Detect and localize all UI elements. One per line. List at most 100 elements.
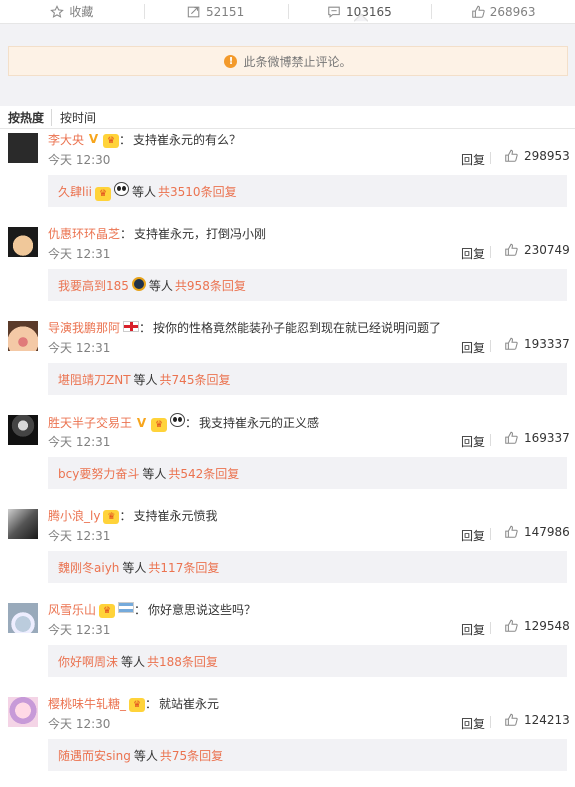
sort-by-hot-tab[interactable]: 按热度 bbox=[8, 108, 53, 126]
comment-text: 就站崔永元 bbox=[159, 697, 220, 711]
sub-reply-username[interactable]: 随遇而安sing bbox=[58, 747, 131, 764]
avatar[interactable] bbox=[8, 603, 38, 633]
sort-bar: 按热度 按时间 bbox=[0, 106, 575, 128]
favorite-label: 收藏 bbox=[69, 5, 94, 19]
sub-reply-username[interactable]: 久肆lii bbox=[58, 183, 92, 200]
sub-reply-count[interactable]: 共117条回复 bbox=[148, 559, 219, 576]
sub-reply-others: 等人 bbox=[121, 654, 146, 669]
sub-reply-count[interactable]: 共188条回复 bbox=[147, 653, 218, 670]
like-count: 268963 bbox=[489, 4, 536, 19]
comment-line: 樱桃味牛轧糖_ ♛ ： 就站崔永元 bbox=[48, 695, 219, 712]
sub-reply-count[interactable]: 共542条回复 bbox=[168, 465, 239, 482]
crown-icon: ♛ bbox=[103, 133, 120, 148]
sub-reply-others: 等人 bbox=[133, 748, 158, 763]
repost-button[interactable]: 52151 bbox=[143, 0, 288, 23]
comment-text: 我支持崔永元的正义感 bbox=[199, 416, 320, 430]
comment-like-button[interactable]: 147986 bbox=[504, 525, 570, 539]
comment-username[interactable]: 李大央 bbox=[48, 131, 84, 148]
comment-like-button[interactable]: 124213 bbox=[504, 713, 570, 727]
avatar[interactable] bbox=[8, 321, 38, 351]
reply-button[interactable]: 回复 bbox=[461, 151, 485, 168]
comment-like-button[interactable]: 230749 bbox=[504, 243, 570, 257]
comment-username[interactable]: 腾小浪_ly bbox=[48, 507, 100, 524]
comment-username[interactable]: 仇惠环环晶芝 bbox=[48, 225, 120, 242]
comment-like-button[interactable]: 193337 bbox=[504, 337, 570, 351]
comment-username[interactable]: 导演我鹏那阿 bbox=[48, 319, 120, 336]
comment-like-button[interactable]: 298953 bbox=[504, 149, 570, 163]
sub-reply-count[interactable]: 共745条回复 bbox=[160, 371, 231, 388]
thumbs-up-icon bbox=[471, 5, 485, 18]
comment-text: 支持崔永元愤我 bbox=[133, 509, 218, 523]
colon: ： bbox=[119, 509, 132, 523]
divider bbox=[490, 246, 491, 258]
comment-username[interactable]: 樱桃味牛轧糖_ bbox=[48, 695, 126, 712]
comment-tab[interactable]: 103165 bbox=[287, 0, 432, 23]
sub-reply-others: 等人 bbox=[142, 466, 167, 481]
warning-icon: ! bbox=[224, 54, 238, 68]
comment-text: 按你的性格竟然能装孙子能忍到现在就已经说明问题了 bbox=[153, 321, 442, 335]
user-badges: ♛ bbox=[96, 601, 135, 618]
comment-username[interactable]: 胜天半子交易王 bbox=[48, 414, 132, 431]
thumbs-up-icon bbox=[505, 431, 518, 444]
sub-reply-username[interactable]: 你好啊周沫 bbox=[58, 653, 118, 670]
vip-v-icon: V bbox=[136, 416, 147, 430]
sub-reply-username[interactable]: bcy要努力奋斗 bbox=[58, 465, 139, 482]
user-badges: V ♛ bbox=[84, 132, 120, 148]
avatar[interactable] bbox=[8, 133, 38, 163]
comment-like-count: 147986 bbox=[524, 525, 570, 539]
user-badges bbox=[120, 320, 140, 335]
reply-button[interactable]: 回复 bbox=[461, 621, 485, 638]
sub-replies-summary[interactable]: 你好啊周沫 等人 共188条回复 bbox=[48, 645, 567, 677]
thumbs-up-icon bbox=[505, 713, 518, 726]
comment-time: 今天 12:31 bbox=[48, 435, 111, 449]
avatar[interactable] bbox=[8, 697, 38, 727]
like-button[interactable]: 268963 bbox=[431, 0, 575, 23]
reply-button[interactable]: 回复 bbox=[461, 433, 485, 450]
comment-time: 今天 12:30 bbox=[48, 717, 111, 731]
colon: ： bbox=[139, 321, 152, 335]
sub-replies-summary[interactable]: 久肆lii ♛ 等人 共3510条回复 bbox=[48, 175, 567, 207]
divider bbox=[490, 622, 491, 634]
sub-reply-count[interactable]: 共3510条回复 bbox=[158, 183, 237, 200]
sub-reply-username[interactable]: 我要高到185 bbox=[58, 277, 129, 294]
sub-reply-count[interactable]: 共75条回复 bbox=[160, 747, 223, 764]
comment-like-count: 298953 bbox=[524, 149, 570, 163]
sub-replies-summary[interactable]: 我要高到185 等人 共958条回复 bbox=[48, 269, 567, 301]
sub-reply-username[interactable]: 魏刚冬aiyh bbox=[58, 559, 119, 576]
comment-text: 支持崔永元，打倒冯小刚 bbox=[134, 227, 267, 241]
comment-icon bbox=[328, 6, 340, 18]
crown-icon: ♛ bbox=[103, 509, 120, 524]
avatar[interactable] bbox=[8, 227, 38, 257]
comment-line: 李大央 V ♛ ： 支持崔永元的有么？ bbox=[48, 131, 241, 148]
comment-time: 今天 12:30 bbox=[48, 153, 111, 167]
comment-like-count: 124213 bbox=[524, 713, 570, 727]
avatar[interactable] bbox=[8, 509, 38, 539]
sub-replies-summary[interactable]: 魏刚冬aiyh 等人 共117条回复 bbox=[48, 551, 567, 583]
divider bbox=[490, 152, 491, 164]
reply-button[interactable]: 回复 bbox=[461, 715, 485, 732]
sub-reply-username[interactable]: 堪阻靖刀ZNT bbox=[58, 371, 131, 388]
comment-like-button[interactable]: 129548 bbox=[504, 619, 570, 633]
reply-button[interactable]: 回复 bbox=[461, 245, 485, 262]
panda-icon bbox=[114, 181, 130, 196]
crown-icon: ♛ bbox=[151, 418, 168, 432]
reply-button[interactable]: 回复 bbox=[461, 339, 485, 356]
sort-by-time-tab[interactable]: 按时间 bbox=[60, 109, 103, 126]
comment-time: 今天 12:31 bbox=[48, 623, 111, 637]
sub-reply-count[interactable]: 共958条回复 bbox=[175, 277, 246, 294]
user-badges: ♛ bbox=[92, 181, 130, 201]
comment-time: 今天 12:31 bbox=[48, 341, 111, 355]
sub-replies-summary[interactable]: 堪阻靖刀ZNT 等人 共745条回复 bbox=[48, 363, 567, 395]
reply-button[interactable]: 回复 bbox=[461, 527, 485, 544]
comment-like-button[interactable]: 169337 bbox=[504, 431, 570, 445]
sub-replies-summary[interactable]: bcy要努力奋斗 等人 共542条回复 bbox=[48, 457, 567, 489]
comment-username[interactable]: 风雪乐山 bbox=[48, 601, 96, 618]
divider bbox=[490, 528, 491, 540]
comment-like-count: 193337 bbox=[524, 337, 570, 351]
user-badges: V ♛ bbox=[132, 413, 186, 432]
comment-like-count: 230749 bbox=[524, 243, 570, 257]
avatar[interactable] bbox=[8, 415, 38, 445]
sub-replies-summary[interactable]: 随遇而安sing 等人 共75条回复 bbox=[48, 739, 567, 771]
favorite-button[interactable]: 收藏 bbox=[0, 0, 144, 23]
action-bar: 收藏 52151 103165 268963 bbox=[0, 0, 575, 24]
